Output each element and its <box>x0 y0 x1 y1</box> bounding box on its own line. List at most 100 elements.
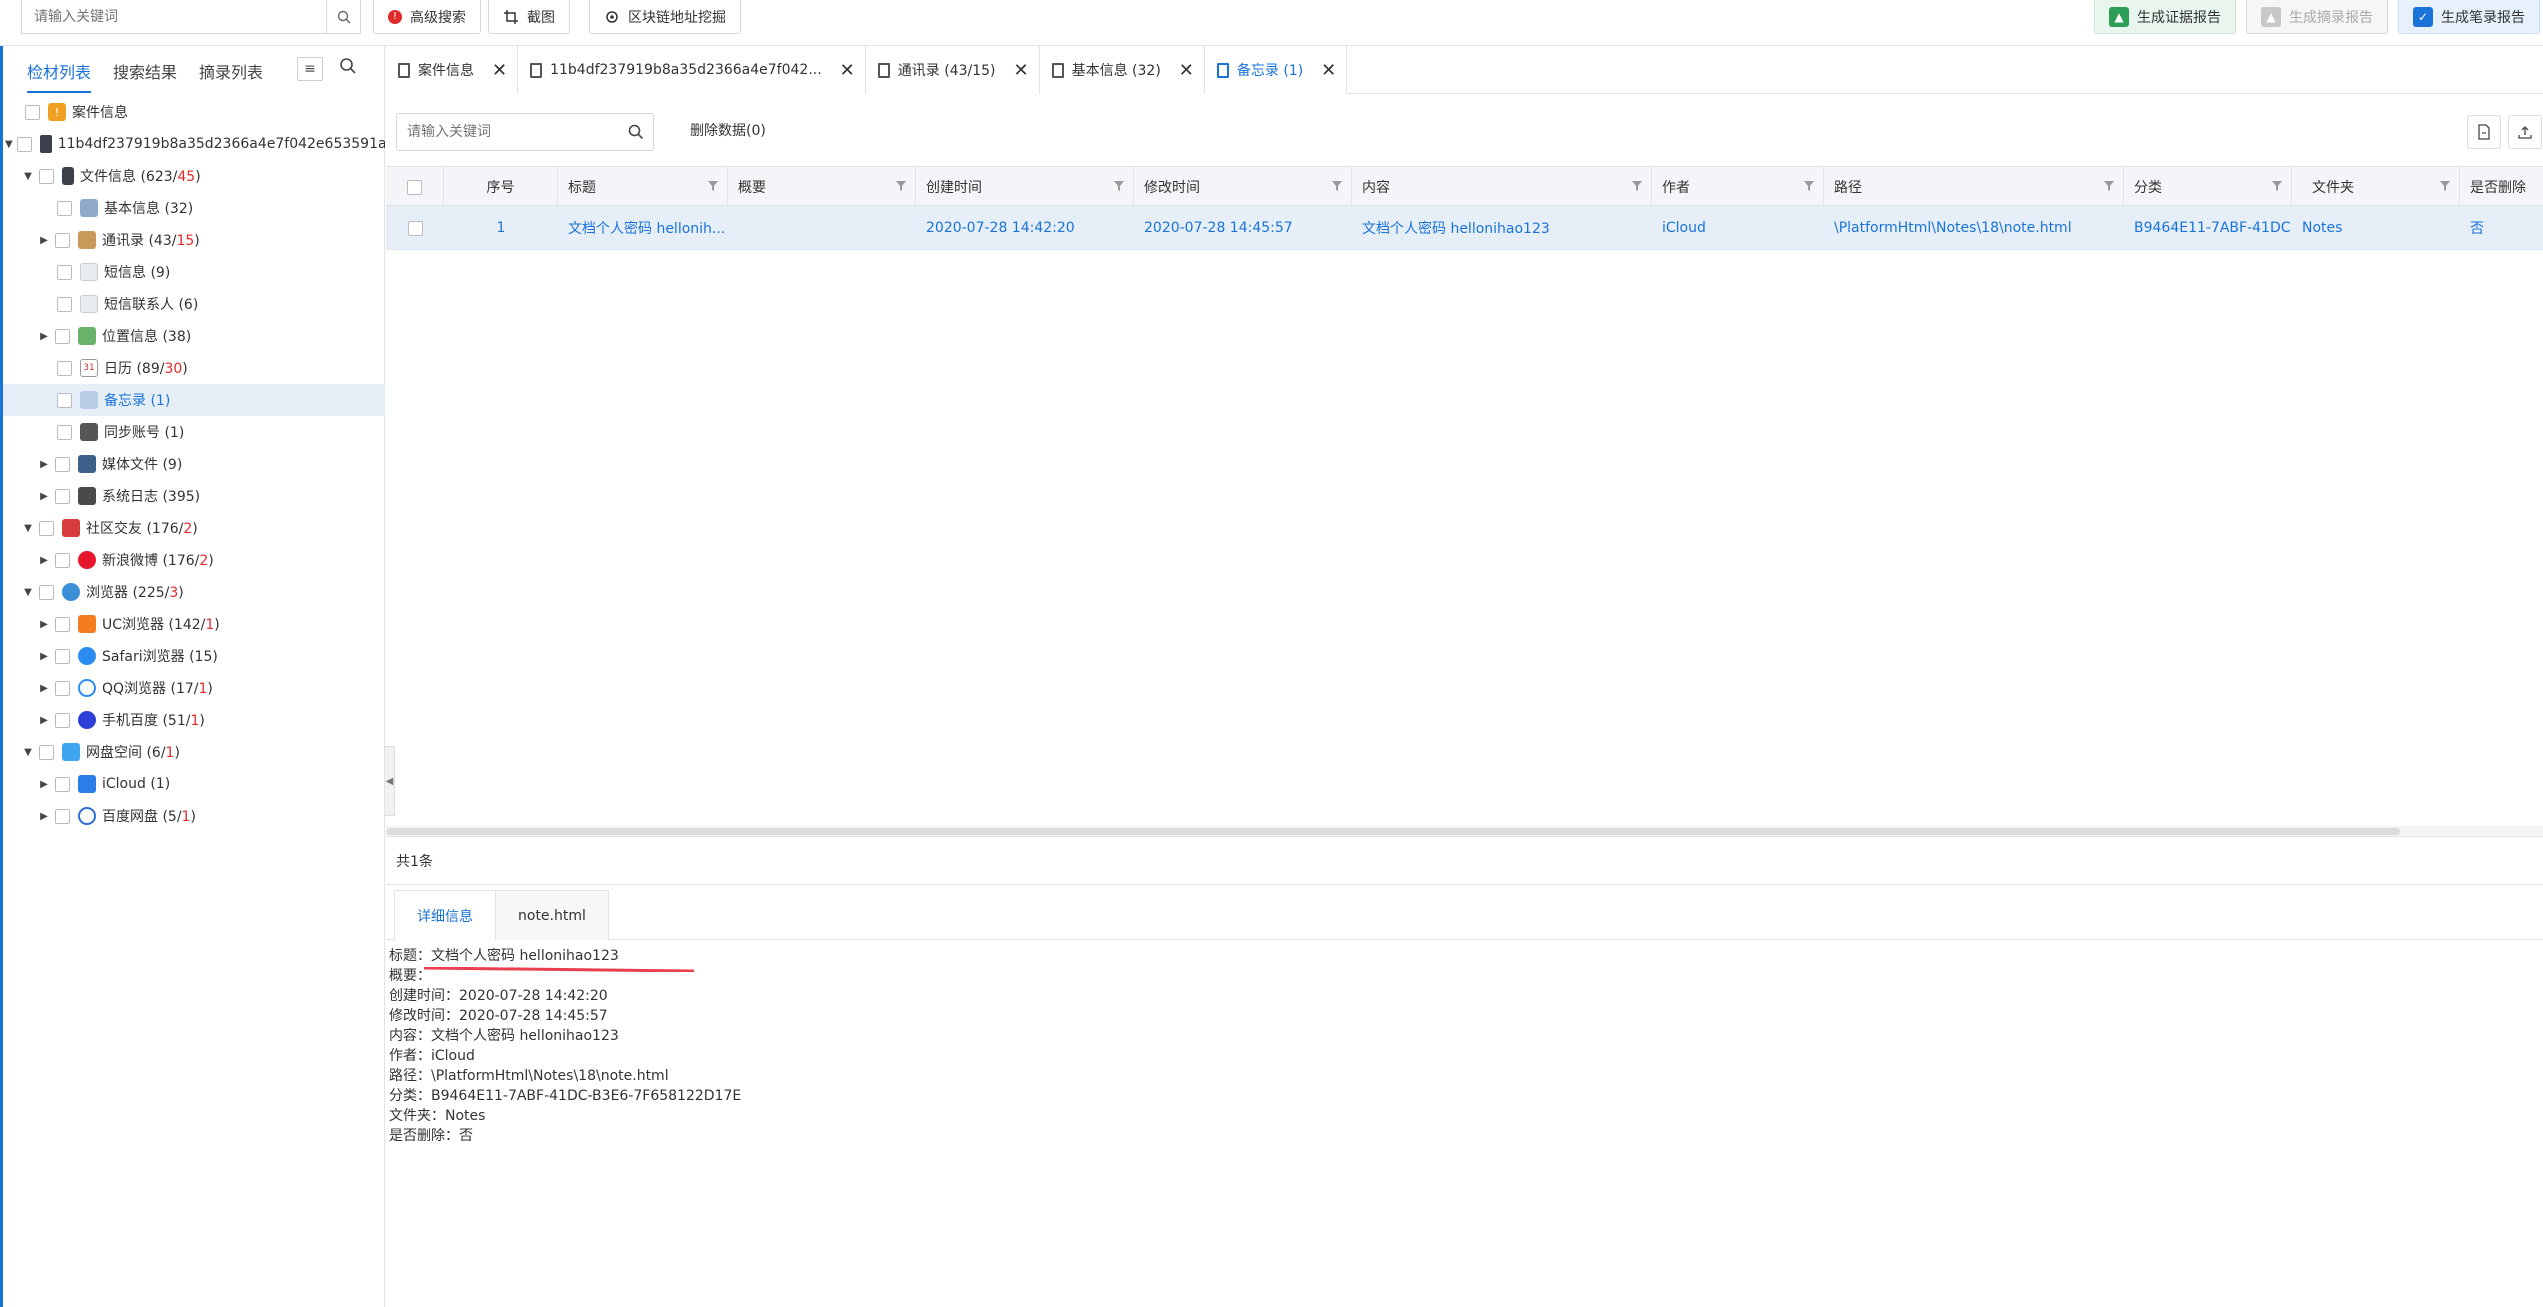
gen-notes-report-button[interactable]: ✓ 生成笔录报告 <box>2398 0 2540 34</box>
tree-item-calendar[interactable]: 31 日历 (89/30) <box>3 352 385 384</box>
checkbox[interactable] <box>39 744 54 760</box>
scrollbar-thumb[interactable] <box>386 828 2400 835</box>
close-icon[interactable]: ✕ <box>492 60 507 81</box>
checkbox[interactable] <box>55 808 70 824</box>
caret-right-icon[interactable]: ▶ <box>37 491 51 502</box>
tree-item-uc-browser[interactable]: ▶ UC浏览器 (142/1) <box>3 608 385 640</box>
tree-item-weibo[interactable]: ▶ 新浪微博 (176/2) <box>3 544 385 576</box>
checkbox[interactable] <box>57 360 72 376</box>
filter-icon[interactable] <box>2271 180 2283 192</box>
filter-icon[interactable] <box>2103 180 2115 192</box>
checkbox[interactable] <box>55 488 70 504</box>
delete-data-button[interactable]: 删除数据(0) <box>690 120 766 140</box>
checkbox[interactable] <box>55 616 70 632</box>
filter-icon[interactable] <box>707 180 719 192</box>
content-search-button[interactable] <box>619 124 653 140</box>
caret-right-icon[interactable]: ▶ <box>37 811 51 822</box>
checkbox[interactable] <box>25 104 40 120</box>
col-author[interactable]: 作者 <box>1652 167 1824 207</box>
tab-device[interactable]: 11b4df237919b8a35d2366a4e7f042... ✕ <box>518 46 866 94</box>
caret-down-icon[interactable]: ▼ <box>21 747 35 758</box>
content-search-input[interactable] <box>397 114 619 150</box>
tree-item-baidu-pan[interactable]: ▶ 百度网盘 (5/1) <box>3 800 385 832</box>
left-search-button[interactable] <box>339 57 357 79</box>
filter-icon[interactable] <box>895 180 907 192</box>
checkbox[interactable] <box>57 424 72 440</box>
col-category[interactable]: 分类 <box>2124 167 2292 207</box>
filter-icon[interactable] <box>1631 180 1643 192</box>
tree-item-media[interactable]: ▶ 媒体文件 (9) <box>3 448 385 480</box>
close-icon[interactable]: ✕ <box>840 60 855 81</box>
tree-item-basic-info[interactable]: 基本信息 (32) <box>3 192 385 224</box>
tree-item-cloud-storage[interactable]: ▼ 网盘空间 (6/1) <box>3 736 385 768</box>
tree-item-safari[interactable]: ▶ Safari浏览器 (15) <box>3 640 385 672</box>
checkbox[interactable] <box>55 456 70 472</box>
tree-item-social[interactable]: ▼ 社区交友 (176/2) <box>3 512 385 544</box>
checkbox[interactable] <box>55 648 70 664</box>
tree-item-memo[interactable]: 备忘录 (1) <box>3 384 385 416</box>
tab-note-html[interactable]: note.html <box>495 890 609 940</box>
caret-right-icon[interactable]: ▶ <box>37 715 51 726</box>
tab-case-info[interactable]: 案件信息 ✕ <box>386 46 519 94</box>
caret-down-icon[interactable]: ▼ <box>21 171 35 182</box>
checkbox[interactable] <box>55 712 70 728</box>
tab-excerpt-list[interactable]: 摘录列表 <box>199 45 263 97</box>
select-all-checkbox[interactable] <box>407 179 422 195</box>
search-button[interactable] <box>326 0 360 33</box>
checkbox[interactable] <box>57 200 72 216</box>
export-file-button[interactable] <box>2467 115 2501 149</box>
tree-item-qq-browser[interactable]: ▶ QQ浏览器 (17/1) <box>3 672 385 704</box>
caret-down-icon[interactable]: ▼ <box>21 523 35 534</box>
tree-item-icloud[interactable]: ▶ iCloud (1) <box>3 768 385 800</box>
tab-basic-info[interactable]: 基本信息 (32) ✕ <box>1039 46 1205 94</box>
caret-right-icon[interactable]: ▶ <box>37 683 51 694</box>
tree-item-device[interactable]: ▼ 11b4df237919b8a35d2366a4e7f042e653591a… <box>3 128 385 160</box>
checkbox[interactable] <box>55 552 70 568</box>
filter-icon[interactable] <box>2439 180 2451 192</box>
checkbox[interactable] <box>57 296 72 312</box>
upload-button[interactable] <box>2508 115 2542 149</box>
tree-item-sms-contacts[interactable]: 短信联系人 (6) <box>3 288 385 320</box>
col-index[interactable]: 序号 <box>444 167 558 207</box>
row-checkbox[interactable] <box>407 220 423 236</box>
checkbox[interactable] <box>55 328 70 344</box>
checkbox[interactable] <box>57 392 72 408</box>
caret-right-icon[interactable]: ▶ <box>37 619 51 630</box>
blockchain-button[interactable]: 区块链地址挖掘 <box>589 0 741 34</box>
col-folder[interactable]: 文件夹 <box>2292 167 2460 207</box>
tree-item-baidu[interactable]: ▶ 手机百度 (51/1) <box>3 704 385 736</box>
tab-detail-info[interactable]: 详细信息 <box>394 890 496 940</box>
checkbox[interactable] <box>55 232 70 248</box>
horizontal-scrollbar[interactable] <box>386 826 2543 836</box>
checkbox[interactable] <box>16 136 32 152</box>
tab-search-results[interactable]: 搜索结果 <box>113 45 177 97</box>
filter-icon[interactable] <box>1803 180 1815 192</box>
col-modified[interactable]: 修改时间 <box>1134 167 1352 207</box>
gen-excerpt-report-button[interactable]: ▲ 生成摘录报告 <box>2246 0 2388 34</box>
global-search-input[interactable] <box>22 0 326 33</box>
close-icon[interactable]: ✕ <box>1179 60 1194 81</box>
filter-icon[interactable] <box>1331 180 1343 192</box>
close-icon[interactable]: ✕ <box>1321 60 1336 81</box>
caret-right-icon[interactable]: ▶ <box>37 459 51 470</box>
caret-right-icon[interactable]: ▶ <box>37 555 51 566</box>
tab-evidence-list[interactable]: 检材列表 <box>27 45 92 97</box>
list-menu-button[interactable]: ≡ <box>297 57 323 81</box>
col-created[interactable]: 创建时间 <box>916 167 1134 207</box>
checkbox[interactable] <box>57 264 72 280</box>
checkbox[interactable] <box>39 168 54 184</box>
caret-right-icon[interactable]: ▶ <box>37 779 51 790</box>
tree-item-file-info[interactable]: ▼ 文件信息 (623/45) <box>3 160 385 192</box>
col-summary[interactable]: 概要 <box>728 167 916 207</box>
tree-item-syslog[interactable]: ▶ 系统日志 (395) <box>3 480 385 512</box>
tree-item-case-info[interactable]: ! 案件信息 <box>3 96 385 128</box>
caret-right-icon[interactable]: ▶ <box>37 235 51 246</box>
checkbox[interactable] <box>55 680 70 696</box>
tree-item-sync-account[interactable]: 同步账号 (1) <box>3 416 385 448</box>
screenshot-button[interactable]: 截图 <box>488 0 570 34</box>
collapse-panel-handle[interactable]: ◀ <box>385 746 395 816</box>
checkbox[interactable] <box>39 520 54 536</box>
advanced-search-button[interactable]: ! 高级搜索 <box>373 0 481 34</box>
col-path[interactable]: 路径 <box>1824 167 2124 207</box>
filter-icon[interactable] <box>1113 180 1125 192</box>
